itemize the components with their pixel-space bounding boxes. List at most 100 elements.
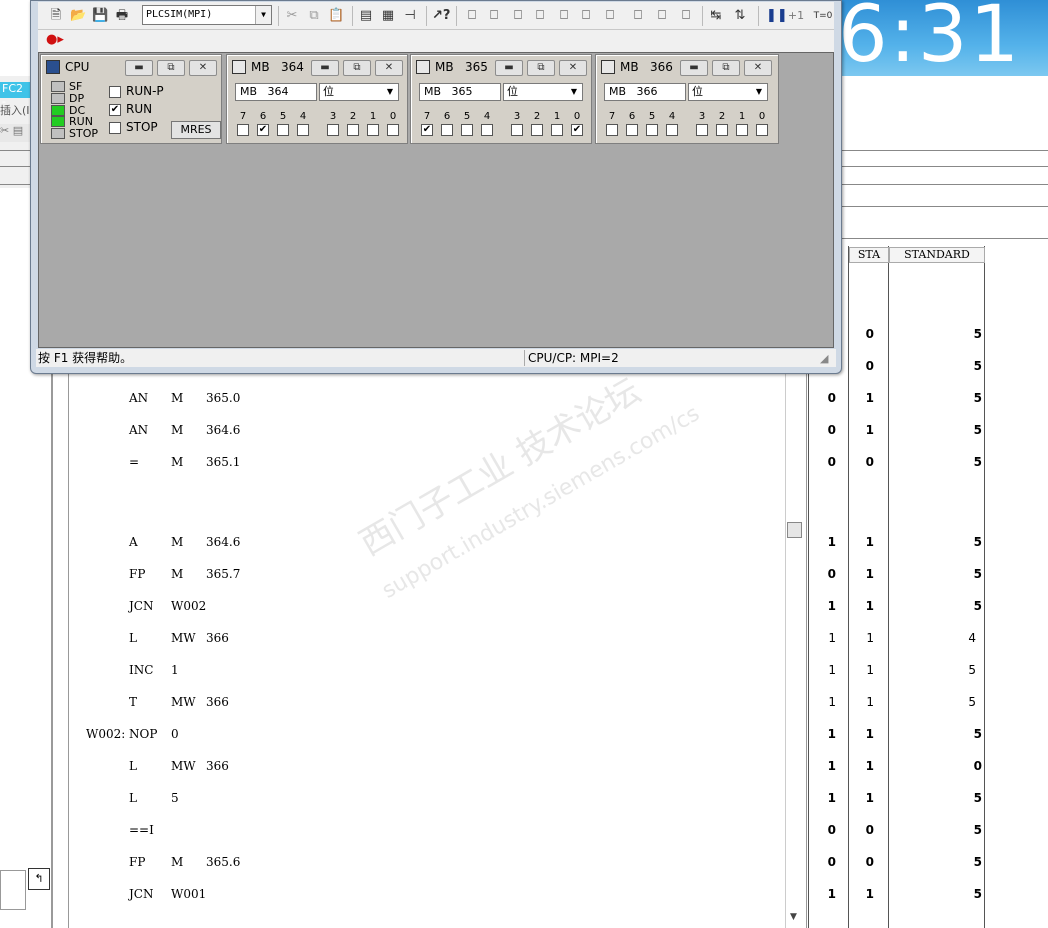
mb-window-titlebar[interactable]: MB 364 ▬ ⧉ ✕ — [229, 57, 405, 77]
next-scan-button[interactable]: +1 — [784, 8, 808, 24]
insert-generic-icon[interactable]: ⎕ — [578, 8, 594, 24]
bit-checkbox-7[interactable]: ✔ — [421, 124, 433, 136]
code-row[interactable]: FP M 365.7 — [70, 567, 770, 587]
insert-timer-icon[interactable]: ⎕ — [532, 8, 548, 24]
restore-icon[interactable]: ⧉ — [712, 60, 740, 76]
code-row[interactable]: AN M 364.6 — [70, 423, 770, 443]
bit-checkbox-2[interactable] — [347, 124, 359, 136]
bit-checkbox-7[interactable] — [606, 124, 618, 136]
bit-checkbox-3[interactable] — [327, 124, 339, 136]
mb-window-titlebar[interactable]: MB 365 ▬ ⧉ ✕ — [413, 57, 589, 77]
mb-format-select[interactable]: 位 ▼ — [503, 83, 583, 101]
chevron-down-icon[interactable]: ▼ — [566, 84, 582, 100]
bit-checkbox-4[interactable] — [297, 124, 309, 136]
reset-timers-button[interactable]: T=0 — [812, 8, 834, 24]
minimize-icon[interactable]: ▬ — [680, 60, 708, 76]
insert-bit-memory-icon[interactable]: ⎕ — [510, 8, 526, 24]
bit-checkbox-1[interactable] — [736, 124, 748, 136]
bit-checkbox-6[interactable] — [626, 124, 638, 136]
code-row[interactable]: FP M 365.6 — [70, 855, 770, 875]
single-scan-icon[interactable]: ↹ — [708, 8, 724, 24]
bit-checkbox-6[interactable]: ✔ — [257, 124, 269, 136]
bit-checkbox-1[interactable] — [367, 124, 379, 136]
code-row[interactable] — [70, 487, 770, 507]
restore-icon[interactable]: ⧉ — [343, 60, 371, 76]
chevron-down-icon[interactable]: ▼ — [751, 84, 767, 100]
new-file-icon[interactable]: 🗎 — [48, 8, 64, 24]
resize-grip-icon[interactable]: ◢ — [820, 352, 828, 365]
bit-checkbox-2[interactable] — [531, 124, 543, 136]
insert-stack-icon[interactable]: ⎕ — [630, 8, 646, 24]
code-row[interactable]: W002: NOP 0 — [70, 727, 770, 747]
block-tab-fc2[interactable]: FC2 - — [0, 82, 30, 108]
restore-icon[interactable]: ⧉ — [157, 60, 185, 76]
close-icon[interactable]: ✕ — [744, 60, 772, 76]
code-row[interactable]: JCN W002 — [70, 599, 770, 619]
scroll-down-arrow-icon[interactable]: ▼ — [790, 912, 797, 922]
mb-format-select[interactable]: 位 ▼ — [319, 83, 399, 101]
code-row[interactable]: A M 364.6 — [70, 535, 770, 555]
insert-register-icon[interactable]: ⎕ — [678, 8, 694, 24]
close-icon[interactable]: ✕ — [189, 60, 217, 76]
print-icon[interactable]: 🖶 — [114, 8, 130, 24]
code-row[interactable]: L5 — [70, 791, 770, 811]
scrollbar-thumb[interactable] — [787, 522, 802, 538]
bit-checkbox-2[interactable] — [716, 124, 728, 136]
bit-checkbox-0[interactable]: ✔ — [571, 124, 583, 136]
mres-button[interactable]: MRES — [171, 121, 221, 139]
insert-vertical-bit-icon[interactable]: ⎕ — [602, 8, 618, 24]
navigate-arrow-icon[interactable]: ↰ — [28, 868, 50, 890]
insert-peripheral-input-icon[interactable]: ⎕ — [486, 8, 502, 24]
close-icon[interactable]: ✕ — [559, 60, 587, 76]
code-row[interactable]: ==I — [70, 823, 770, 843]
menu-insert[interactable]: 插入(I — [0, 102, 30, 118]
plc-connection-select[interactable]: PLCSIM(MPI) ▼ — [142, 5, 272, 25]
bit-checkbox-4[interactable] — [481, 124, 493, 136]
code-row[interactable]: INC 1 — [70, 663, 770, 683]
continuous-scan-icon[interactable]: ⇅ — [732, 8, 748, 24]
code-row[interactable]: = M 365.1 — [70, 455, 770, 475]
code-row[interactable]: L MW 366 — [70, 759, 770, 779]
minimize-icon[interactable]: ▬ — [125, 60, 153, 76]
mb-address-input[interactable]: MB 365 — [419, 83, 501, 101]
run-pointer-icon[interactable]: ●▸ — [46, 32, 64, 48]
bit-checkbox-3[interactable] — [511, 124, 523, 136]
bit-checkbox-0[interactable] — [756, 124, 768, 136]
pin-icon[interactable]: ⊣ — [402, 8, 418, 24]
context-help-icon[interactable]: ↗? — [432, 8, 450, 24]
code-row[interactable]: T MW 366 — [70, 695, 770, 715]
vertical-scrollbar[interactable] — [785, 370, 807, 928]
bit-checkbox-7[interactable] — [237, 124, 249, 136]
paste-icon[interactable]: 📋 — [328, 8, 344, 24]
bit-checkbox-0[interactable] — [387, 124, 399, 136]
mb-window-titlebar[interactable]: MB 366 ▬ ⧉ ✕ — [598, 57, 776, 77]
code-row[interactable]: L MW 366 — [70, 631, 770, 651]
minimize-icon[interactable]: ▬ — [495, 60, 523, 76]
tile-windows-icon[interactable]: ▦ — [380, 8, 396, 24]
chevron-down-icon[interactable]: ▼ — [255, 6, 271, 24]
bit-checkbox-5[interactable] — [277, 124, 289, 136]
bit-checkbox-5[interactable] — [646, 124, 658, 136]
mb-format-select[interactable]: 位 ▼ — [688, 83, 768, 101]
bit-checkbox-4[interactable] — [666, 124, 678, 136]
bit-checkbox-1[interactable] — [551, 124, 563, 136]
restore-icon[interactable]: ⧉ — [527, 60, 555, 76]
insert-accumulator-icon[interactable]: ⎕ — [654, 8, 670, 24]
cut-icon[interactable]: ✂ — [284, 8, 300, 24]
code-row[interactable]: AN M 365.0 — [70, 391, 770, 411]
cpu-window-titlebar[interactable]: CPU ▬ ⧉ ✕ — [43, 57, 219, 77]
bit-checkbox-3[interactable] — [696, 124, 708, 136]
code-row[interactable]: JCN W001 — [70, 887, 770, 907]
cascade-windows-icon[interactable]: ▤ — [358, 8, 374, 24]
bit-checkbox-6[interactable] — [441, 124, 453, 136]
save-icon[interactable]: 💾 — [92, 8, 108, 24]
mb-address-input[interactable]: MB 364 — [235, 83, 317, 101]
mode-checkbox-run-p[interactable] — [109, 86, 121, 98]
mb-address-input[interactable]: MB 366 — [604, 83, 686, 101]
chevron-down-icon[interactable]: ▼ — [382, 84, 398, 100]
open-folder-icon[interactable]: 📂 — [70, 8, 86, 24]
copy-icon[interactable]: ⧉ — [306, 8, 322, 24]
pause-icon[interactable]: ❚❚ — [766, 8, 788, 24]
insert-input-icon[interactable]: ⎕ — [464, 8, 480, 24]
minimize-icon[interactable]: ▬ — [311, 60, 339, 76]
